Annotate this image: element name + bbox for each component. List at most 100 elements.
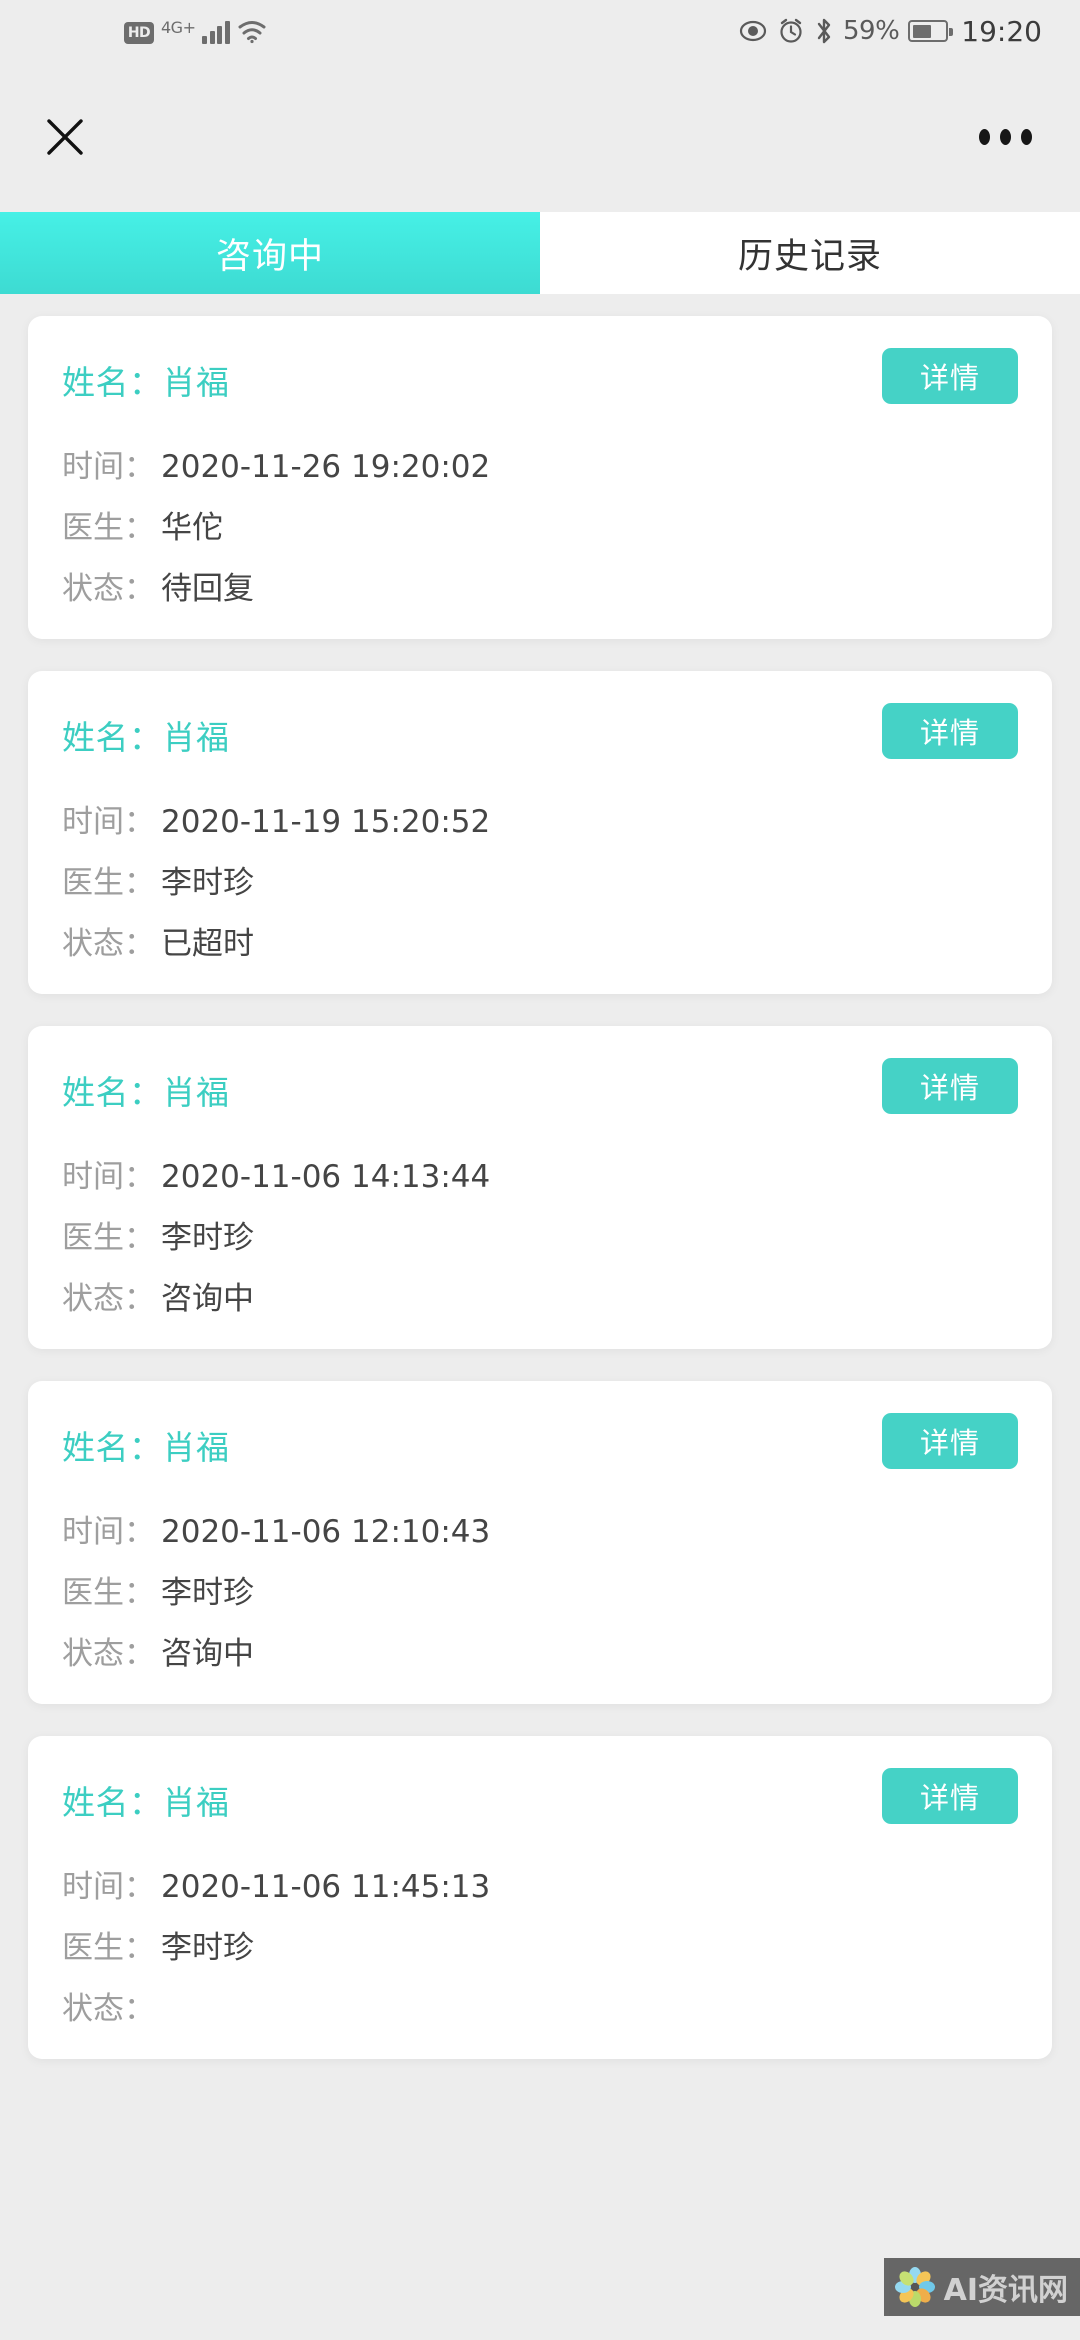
patient-name-value: 肖福	[162, 1783, 230, 1822]
card-header: 姓名：肖福 详情	[62, 699, 1018, 777]
time-value: 2020-11-26 19:20:02	[161, 449, 491, 485]
tab-history[interactable]: 历史记录	[540, 212, 1080, 294]
detail-button[interactable]: 详情	[882, 1768, 1018, 1824]
time-label: 时间：	[62, 1869, 155, 1905]
detail-button[interactable]: 详情	[882, 1058, 1018, 1114]
status-row: 状态： 待回复	[62, 574, 1018, 605]
patient-name-row: 姓名：肖福	[62, 1409, 230, 1469]
nav-bar	[0, 62, 1080, 212]
time-row: 时间： 2020-11-06 11:45:13	[62, 1872, 1018, 1903]
status-row: 状态：	[62, 1994, 1018, 2025]
patient-name-row: 姓名：肖福	[62, 699, 230, 759]
doctor-label: 医生：	[62, 1220, 155, 1256]
close-icon	[47, 119, 83, 155]
time-row: 时间： 2020-11-26 19:20:02	[62, 452, 1018, 483]
network-type-label: 4G+	[161, 18, 196, 37]
doctor-value: 李时珍	[161, 1575, 254, 1611]
time-row: 时间： 2020-11-06 14:13:44	[62, 1162, 1018, 1193]
name-label: 姓名：	[62, 1428, 163, 1467]
doctor-row: 医生： 李时珍	[62, 1933, 1018, 1964]
name-label: 姓名：	[62, 1783, 163, 1822]
time-row: 时间： 2020-11-06 12:10:43	[62, 1517, 1018, 1548]
time-label: 时间：	[62, 449, 155, 485]
card-header: 姓名：肖福 详情	[62, 1054, 1018, 1132]
detail-button[interactable]: 详情	[882, 1413, 1018, 1469]
eye-icon	[738, 18, 768, 44]
consultation-card[interactable]: 姓名：肖福 详情 时间： 2020-11-06 14:13:44 医生： 李时珍 状…	[28, 1026, 1052, 1349]
alarm-clock-icon	[777, 17, 805, 45]
status-label: 状态：	[62, 1281, 155, 1317]
phone-screen: HD 4G+ 59% 19:20 咨询中 历史记录 姓名：肖福 详情 时间： 2…	[0, 0, 1080, 2340]
time-value: 2020-11-06 14:13:44	[161, 1159, 491, 1195]
consultation-card[interactable]: 姓名：肖福 详情 时间： 2020-11-26 19:20:02 医生： 华佗 状态…	[28, 316, 1052, 639]
card-header: 姓名：肖福 详情	[62, 344, 1018, 422]
name-label: 姓名：	[62, 363, 163, 402]
doctor-row: 医生： 李时珍	[62, 1223, 1018, 1254]
patient-name-row: 姓名：肖福	[62, 1764, 230, 1824]
patient-name-value: 肖福	[162, 1428, 230, 1467]
time-value: 2020-11-06 11:45:13	[161, 1869, 491, 1905]
doctor-value: 李时珍	[161, 1930, 254, 1966]
status-label: 状态：	[62, 571, 155, 607]
tab-history-label: 历史记录	[737, 236, 882, 277]
consultation-card[interactable]: 姓名：肖福 详情 时间： 2020-11-06 11:45:13 医生： 李时珍 状…	[28, 1736, 1052, 2059]
doctor-row: 医生： 李时珍	[62, 868, 1018, 899]
status-value: 待回复	[161, 571, 254, 607]
tab-consulting-label: 咨询中	[215, 236, 324, 277]
patient-name-row: 姓名：肖福	[62, 344, 230, 404]
doctor-label: 医生：	[62, 1930, 155, 1966]
consultation-card[interactable]: 姓名：肖福 详情 时间： 2020-11-19 15:20:52 医生： 李时珍 状…	[28, 671, 1052, 994]
battery-icon	[908, 20, 954, 42]
consultation-list[interactable]: 姓名：肖福 详情 时间： 2020-11-26 19:20:02 医生： 华佗 状态…	[0, 294, 1080, 2340]
status-value: 咨询中	[161, 1281, 254, 1317]
detail-button[interactable]: 详情	[882, 703, 1018, 759]
clock-label: 19:20	[961, 14, 1042, 48]
status-row: 状态： 咨询中	[62, 1284, 1018, 1315]
status-label: 状态：	[62, 926, 155, 962]
status-bar-right: 59% 19:20	[738, 15, 1042, 48]
doctor-label: 医生：	[62, 1575, 155, 1611]
status-bar: HD 4G+ 59% 19:20	[0, 0, 1080, 62]
status-label: 状态：	[62, 1991, 155, 2027]
patient-name-value: 肖福	[162, 718, 230, 757]
tab-bar: 咨询中 历史记录	[0, 212, 1080, 294]
time-value: 2020-11-19 15:20:52	[161, 804, 491, 840]
more-options-icon	[979, 129, 990, 145]
status-label: 状态：	[62, 1636, 155, 1672]
time-row: 时间： 2020-11-19 15:20:52	[62, 807, 1018, 838]
tab-consulting[interactable]: 咨询中	[0, 212, 540, 294]
patient-name-row: 姓名：肖福	[62, 1054, 230, 1114]
card-header: 姓名：肖福 详情	[62, 1409, 1018, 1487]
consultation-card[interactable]: 姓名：肖福 详情 时间： 2020-11-06 12:10:43 医生： 李时珍 状…	[28, 1381, 1052, 1704]
name-label: 姓名：	[62, 718, 163, 757]
status-value: 已超时	[161, 926, 254, 962]
close-button[interactable]	[30, 102, 100, 172]
time-label: 时间：	[62, 1159, 155, 1195]
doctor-label: 医生：	[62, 510, 155, 546]
more-options-button[interactable]	[969, 109, 1042, 165]
status-bar-left: HD 4G+	[38, 18, 267, 44]
doctor-row: 医生： 李时珍	[62, 1578, 1018, 1609]
hd-icon: HD	[124, 22, 154, 44]
doctor-row: 医生： 华佗	[62, 513, 1018, 544]
status-row: 状态： 咨询中	[62, 1639, 1018, 1670]
time-label: 时间：	[62, 1514, 155, 1550]
detail-button[interactable]: 详情	[882, 348, 1018, 404]
doctor-value: 李时珍	[161, 1220, 254, 1256]
watermark: AI资讯网	[883, 2258, 1080, 2316]
patient-name-value: 肖福	[162, 1073, 230, 1112]
card-header: 姓名：肖福 详情	[62, 1764, 1018, 1842]
bluetooth-icon	[814, 16, 834, 46]
doctor-value: 华佗	[161, 510, 223, 546]
name-label: 姓名：	[62, 1073, 163, 1112]
battery-percent-label: 59%	[843, 16, 900, 46]
wifi-icon	[237, 18, 267, 44]
status-row: 状态： 已超时	[62, 929, 1018, 960]
patient-name-value: 肖福	[162, 363, 230, 402]
time-label: 时间：	[62, 804, 155, 840]
doctor-value: 李时珍	[161, 865, 254, 901]
status-value: 咨询中	[161, 1636, 254, 1672]
watermark-text: AI资讯网	[943, 2273, 1068, 2308]
time-value: 2020-11-06 12:10:43	[161, 1514, 491, 1550]
doctor-label: 医生：	[62, 865, 155, 901]
